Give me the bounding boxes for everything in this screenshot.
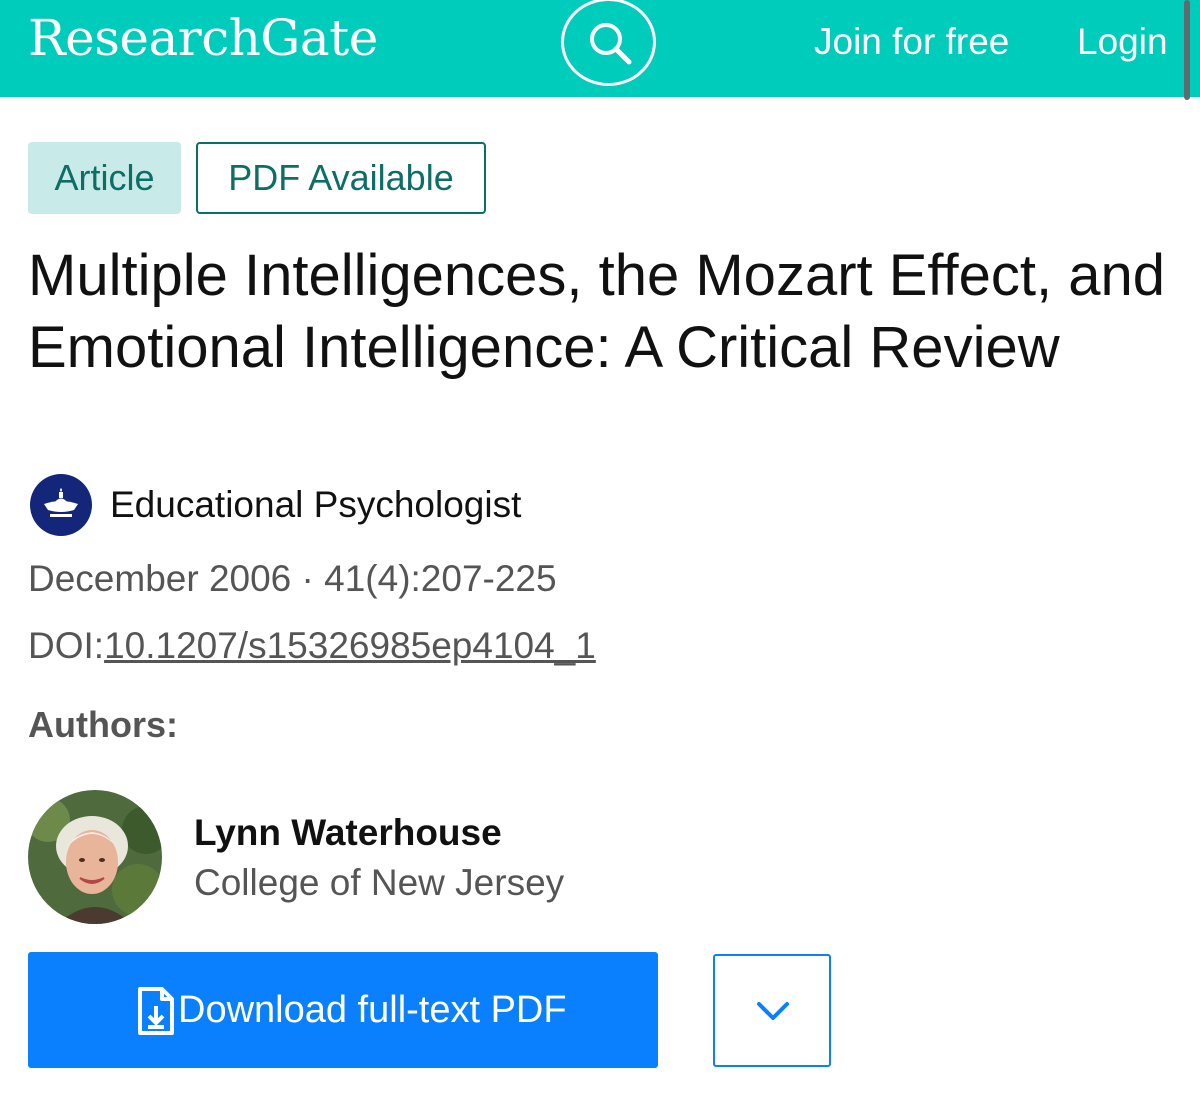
chevron-down-icon — [757, 1002, 789, 1020]
journal-logo — [30, 474, 92, 536]
more-options-button[interactable] — [713, 954, 831, 1067]
join-for-free-link[interactable]: Join for free — [814, 20, 1009, 64]
scrollbar[interactable] — [1184, 0, 1190, 100]
author-photo — [28, 790, 162, 924]
file-download-icon — [138, 987, 174, 1035]
search-icon — [590, 23, 632, 65]
researchgate-logo[interactable]: ResearchGate — [28, 6, 378, 70]
pdf-available-badge: PDF Available — [196, 142, 486, 214]
login-link[interactable]: Login — [1077, 20, 1168, 64]
download-button-label: Download full-text PDF — [178, 989, 567, 1031]
doi-line: DOI:10.1207/s15326985ep4104_1 — [28, 624, 596, 668]
author-avatar[interactable] — [28, 790, 162, 924]
download-pdf-button[interactable]: Download full-text PDF — [28, 952, 658, 1068]
article-title: Multiple Intelligences, the Mozart Effec… — [28, 243, 1165, 380]
doi-label: DOI: — [28, 625, 105, 666]
doi-link[interactable]: 10.1207/s15326985ep4104_1 — [104, 625, 596, 666]
authors-heading: Authors: — [28, 704, 178, 745]
publication-date: December 2006 · 41(4):207-225 — [28, 558, 557, 599]
author-name[interactable]: Lynn Waterhouse — [194, 811, 502, 855]
top-navbar: ResearchGate Join for free Login — [0, 0, 1200, 100]
article-type-badge: Article — [28, 142, 181, 214]
author-affiliation[interactable]: College of New Jersey — [194, 861, 564, 905]
lamp-icon — [44, 488, 78, 517]
journal-name[interactable]: Educational Psychologist — [110, 483, 521, 527]
search-button[interactable] — [561, 0, 656, 86]
